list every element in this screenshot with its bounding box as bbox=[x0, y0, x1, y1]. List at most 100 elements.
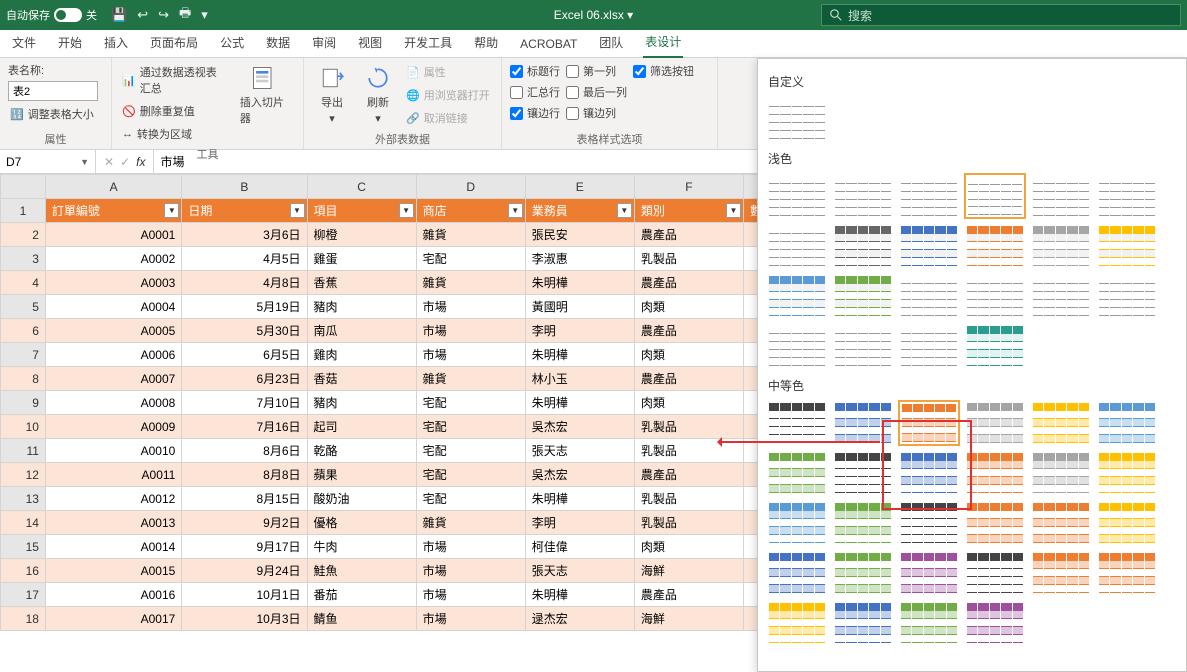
tab-帮助[interactable]: 帮助 bbox=[472, 28, 500, 57]
style-thumb[interactable] bbox=[898, 500, 960, 546]
cell[interactable]: 9月24日 bbox=[182, 559, 307, 583]
style-thumb[interactable] bbox=[832, 600, 894, 646]
cell[interactable]: A0005 bbox=[45, 319, 181, 343]
refresh-button[interactable]: 刷新▾ bbox=[358, 62, 398, 127]
header-row-check[interactable]: 标题行 bbox=[510, 62, 560, 80]
cell[interactable]: 柳橙 bbox=[307, 223, 416, 247]
col-header[interactable] bbox=[1, 175, 46, 199]
style-thumb[interactable] bbox=[766, 96, 828, 142]
cell[interactable]: 乳製品 bbox=[634, 487, 743, 511]
cell[interactable]: 雜貨 bbox=[416, 367, 525, 391]
tab-审阅[interactable]: 审阅 bbox=[310, 28, 338, 57]
cell[interactable]: 酸奶油 bbox=[307, 487, 416, 511]
name-box[interactable]: D7▼ bbox=[0, 150, 96, 173]
tab-文件[interactable]: 文件 bbox=[10, 28, 38, 57]
cell[interactable]: 7月10日 bbox=[182, 391, 307, 415]
cell[interactable]: 柯佳偉 bbox=[525, 535, 634, 559]
first-col-check[interactable]: 第一列 bbox=[566, 62, 627, 80]
style-thumb[interactable] bbox=[898, 600, 960, 646]
cell[interactable]: 宅配 bbox=[416, 439, 525, 463]
style-thumb[interactable] bbox=[1030, 223, 1092, 269]
col-header[interactable]: A bbox=[45, 175, 181, 199]
cell[interactable]: 乳製品 bbox=[634, 511, 743, 535]
confirm-icon[interactable]: ✓ bbox=[120, 155, 130, 169]
cell[interactable]: 朱明樺 bbox=[525, 487, 634, 511]
style-thumb[interactable] bbox=[1096, 223, 1158, 269]
cell[interactable]: 朱明樺 bbox=[525, 343, 634, 367]
cell[interactable]: 雜貨 bbox=[416, 511, 525, 535]
style-thumb[interactable] bbox=[964, 173, 1026, 219]
table-header-cell[interactable]: 訂單編號▼ bbox=[45, 199, 181, 223]
cell[interactable]: A0001 bbox=[45, 223, 181, 247]
cell[interactable]: 鮭魚 bbox=[307, 559, 416, 583]
fx-icon[interactable]: fx bbox=[136, 155, 145, 169]
style-thumb[interactable] bbox=[964, 600, 1026, 646]
table-header-cell[interactable]: 日期▼ bbox=[182, 199, 307, 223]
cell[interactable]: A0014 bbox=[45, 535, 181, 559]
save-icon[interactable]: 💾 bbox=[111, 7, 127, 23]
cell[interactable]: 10月1日 bbox=[182, 583, 307, 607]
style-thumb[interactable] bbox=[766, 500, 828, 546]
style-thumb[interactable] bbox=[1030, 273, 1092, 319]
style-thumb[interactable] bbox=[964, 450, 1026, 496]
filter-dropdown-icon[interactable]: ▼ bbox=[726, 203, 741, 218]
cell[interactable]: 朱明樺 bbox=[525, 391, 634, 415]
tab-ACROBAT[interactable]: ACROBAT bbox=[518, 31, 579, 57]
style-thumb[interactable] bbox=[964, 500, 1026, 546]
tab-插入[interactable]: 插入 bbox=[102, 28, 130, 57]
cell[interactable]: 市場 bbox=[416, 535, 525, 559]
filter-button-check[interactable]: 筛选按钮 bbox=[633, 62, 694, 80]
tab-公式[interactable]: 公式 bbox=[218, 28, 246, 57]
cell[interactable]: 牛肉 bbox=[307, 535, 416, 559]
tab-团队[interactable]: 团队 bbox=[597, 28, 625, 57]
cell[interactable]: 農產品 bbox=[634, 319, 743, 343]
style-thumb[interactable] bbox=[964, 273, 1026, 319]
cell[interactable]: A0003 bbox=[45, 271, 181, 295]
to-range-button[interactable]: ↔ 转换为区域 bbox=[120, 124, 228, 144]
style-thumb[interactable] bbox=[964, 223, 1026, 269]
style-thumb[interactable] bbox=[766, 400, 828, 446]
cell[interactable]: A0006 bbox=[45, 343, 181, 367]
style-thumb[interactable] bbox=[1030, 173, 1092, 219]
cell[interactable]: A0017 bbox=[45, 607, 181, 631]
cell[interactable]: 肉類 bbox=[634, 343, 743, 367]
cell[interactable]: A0011 bbox=[45, 463, 181, 487]
style-thumb[interactable] bbox=[1096, 500, 1158, 546]
filter-dropdown-icon[interactable]: ▼ bbox=[508, 203, 523, 218]
cell[interactable]: 海鮮 bbox=[634, 607, 743, 631]
cell[interactable]: 乾酪 bbox=[307, 439, 416, 463]
slicer-button[interactable]: 插入切片器 bbox=[234, 62, 295, 128]
style-thumb[interactable] bbox=[1096, 400, 1158, 446]
style-thumb[interactable] bbox=[898, 550, 960, 596]
cell[interactable]: 乳製品 bbox=[634, 415, 743, 439]
tablename-input[interactable] bbox=[8, 81, 98, 101]
style-thumb[interactable] bbox=[832, 273, 894, 319]
cell[interactable]: A0002 bbox=[45, 247, 181, 271]
cell[interactable]: 農產品 bbox=[634, 223, 743, 247]
style-thumb[interactable] bbox=[766, 450, 828, 496]
cell[interactable]: 肉類 bbox=[634, 295, 743, 319]
cell[interactable]: 香菇 bbox=[307, 367, 416, 391]
style-thumb[interactable] bbox=[1096, 550, 1158, 596]
cell[interactable]: 南瓜 bbox=[307, 319, 416, 343]
cell[interactable]: A0016 bbox=[45, 583, 181, 607]
cell[interactable]: 吳杰宏 bbox=[525, 415, 634, 439]
filter-dropdown-icon[interactable]: ▼ bbox=[399, 203, 414, 218]
style-thumb[interactable] bbox=[1030, 550, 1092, 596]
cell[interactable]: 8月15日 bbox=[182, 487, 307, 511]
cell[interactable]: 起司 bbox=[307, 415, 416, 439]
banded-rows-check[interactable]: 镶边行 bbox=[510, 104, 560, 122]
cell[interactable]: A0008 bbox=[45, 391, 181, 415]
cancel-icon[interactable]: ✕ bbox=[104, 155, 114, 169]
print-icon[interactable]: 🖶 bbox=[179, 4, 191, 26]
style-thumb[interactable] bbox=[898, 223, 960, 269]
cell[interactable]: 豬肉 bbox=[307, 295, 416, 319]
style-thumb[interactable] bbox=[832, 323, 894, 369]
col-header[interactable]: B bbox=[182, 175, 307, 199]
cell[interactable]: 宅配 bbox=[416, 487, 525, 511]
cell[interactable]: 農產品 bbox=[634, 271, 743, 295]
cell[interactable]: 雜貨 bbox=[416, 271, 525, 295]
table-header-cell[interactable]: 類別▼ bbox=[634, 199, 743, 223]
cell[interactable]: A0015 bbox=[45, 559, 181, 583]
cell[interactable]: 5月19日 bbox=[182, 295, 307, 319]
